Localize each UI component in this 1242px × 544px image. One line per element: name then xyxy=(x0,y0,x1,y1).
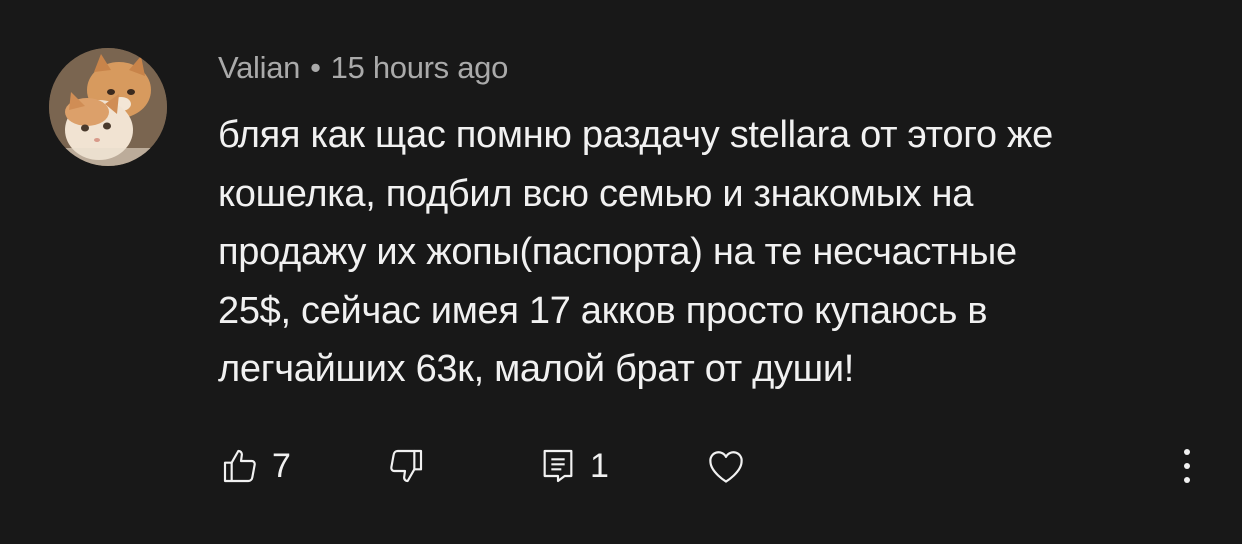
dislike-button[interactable] xyxy=(386,438,426,494)
heart-icon xyxy=(709,451,743,483)
thumbs-up-icon xyxy=(223,449,256,483)
more-options-button[interactable] xyxy=(1172,438,1202,494)
more-vertical-icon xyxy=(1184,449,1190,483)
comment: Valian • 15 hours ago бляя как щас помню р… xyxy=(0,0,1242,544)
comment-meta: Valian • 15 hours ago xyxy=(218,50,508,86)
like-count: 7 xyxy=(272,446,291,485)
reply-count: 1 xyxy=(590,446,609,485)
heart-button[interactable] xyxy=(704,438,748,494)
like-button[interactable]: 7 xyxy=(220,438,291,494)
meta-separator: • xyxy=(310,50,321,85)
comment-actions: 7 1 xyxy=(0,438,1242,494)
comment-text: бляя как щас помню раздачу stellara от э… xyxy=(218,114,1053,390)
avatar[interactable] xyxy=(49,48,167,166)
reply-button[interactable]: 1 xyxy=(538,438,609,494)
timestamp[interactable]: 15 hours ago xyxy=(331,50,509,85)
reply-icon xyxy=(543,449,573,483)
thumbs-down-icon xyxy=(390,449,423,483)
author-name[interactable]: Valian xyxy=(218,50,300,85)
cat-avatar-icon xyxy=(49,48,167,166)
